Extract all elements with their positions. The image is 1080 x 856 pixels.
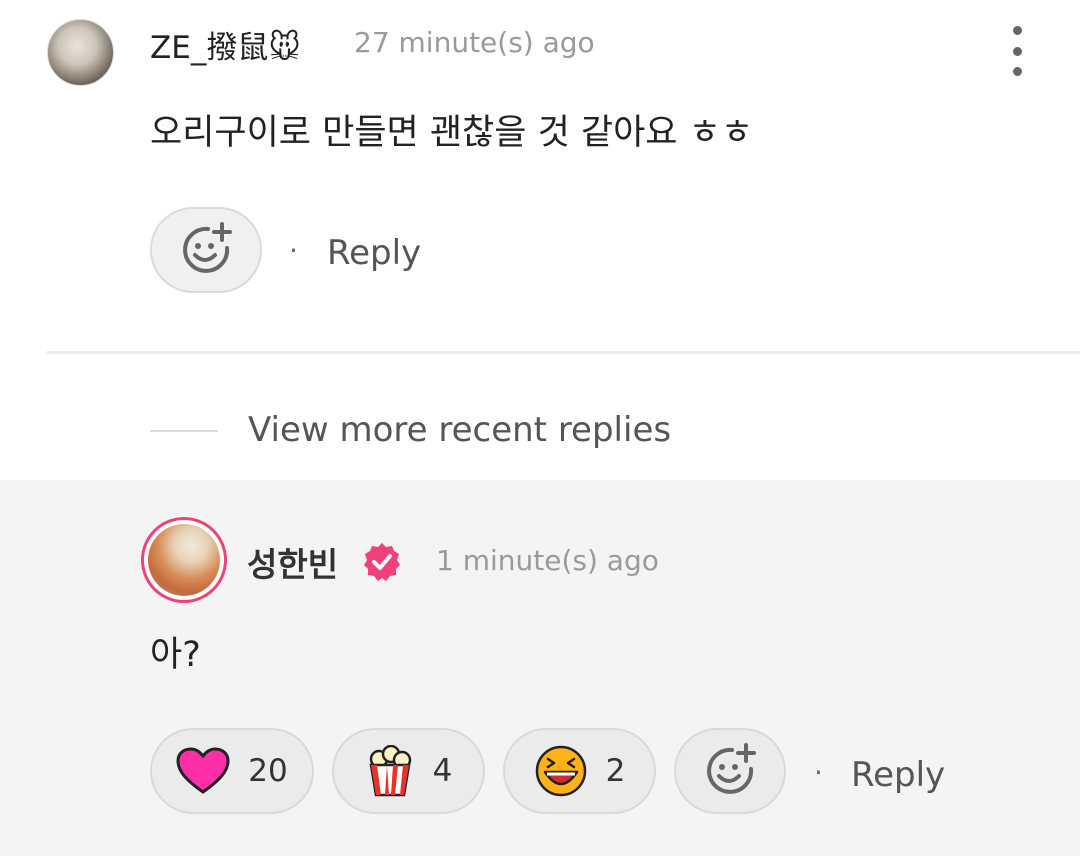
reaction-heart-button[interactable]: 20 — [150, 728, 314, 814]
reply-avatar-image — [148, 524, 220, 596]
separator-dot: · — [814, 756, 823, 789]
reply-username[interactable]: 성한빈 — [247, 538, 338, 586]
verified-badge-icon — [364, 543, 400, 581]
add-reaction-icon — [707, 743, 756, 794]
view-more-replies-link[interactable]: View more recent replies — [248, 410, 671, 450]
view-more-line — [150, 430, 218, 432]
reaction-popcorn-button[interactable]: 4 — [332, 728, 485, 814]
divider — [46, 351, 1080, 354]
popcorn-icon — [369, 745, 411, 797]
reply-avatar[interactable] — [141, 517, 227, 603]
reaction-laugh-button[interactable]: 2 — [503, 728, 656, 814]
comment-timestamp: 27 minute(s) ago — [354, 26, 595, 59]
heart-icon — [176, 747, 230, 794]
reply-button[interactable]: Reply — [851, 755, 945, 795]
add-reaction-button[interactable] — [674, 728, 786, 814]
reply-text: 아? — [150, 635, 201, 675]
laughing-face-icon — [535, 745, 586, 797]
reaction-count: 2 — [605, 753, 626, 789]
comment-text: 오리구이로 만들면 괜찮을 것 같아요 ㅎㅎ — [150, 113, 754, 153]
reply-button[interactable]: Reply — [327, 233, 421, 273]
add-reaction-button[interactable] — [150, 207, 262, 293]
add-reaction-icon — [183, 222, 232, 273]
reaction-count: 4 — [432, 753, 453, 789]
user-avatar[interactable] — [47, 19, 114, 86]
more-options-icon[interactable] — [1000, 26, 1034, 76]
reaction-count: 20 — [248, 753, 288, 789]
comment-username[interactable]: ZE_撥鼠🐭 — [150, 22, 301, 67]
reply-timestamp: 1 minute(s) ago — [436, 544, 659, 577]
separator-dot: · — [289, 234, 298, 267]
comment: ZE_撥鼠🐭 27 minute(s) ago 오리구이로 만들면 괜찮을 것 … — [0, 0, 1080, 480]
